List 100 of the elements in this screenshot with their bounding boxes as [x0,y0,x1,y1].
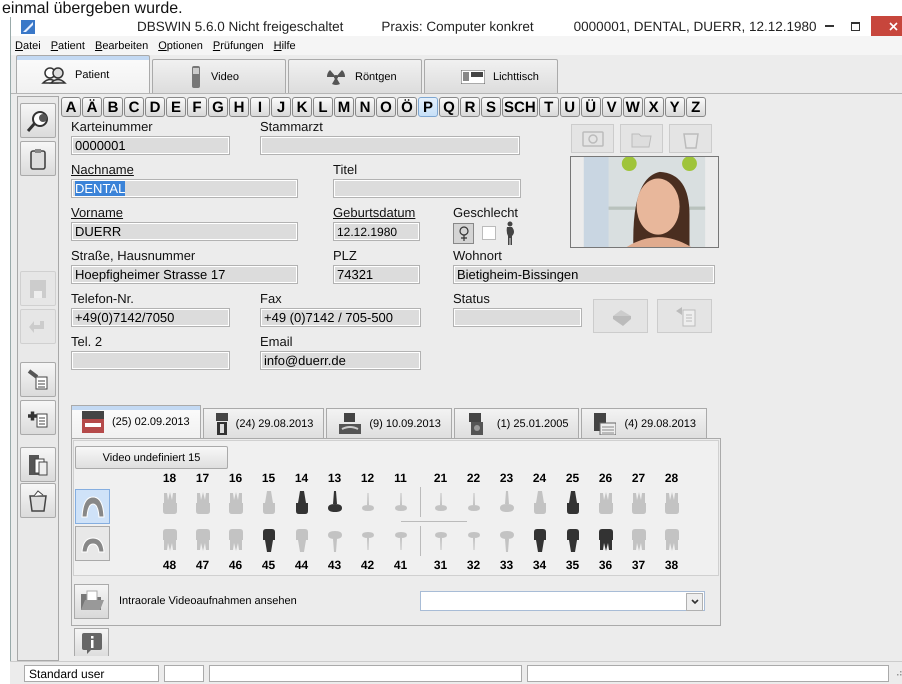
tab[interactable]: Lichttisch [424,59,558,93]
letter-button[interactable]: W [622,97,643,117]
menu-item[interactable]: Hilfe [274,40,296,52]
letter-button[interactable]: O [376,97,396,117]
input-field[interactable]: DENTAL [71,179,298,198]
letter-button[interactable]: C [124,97,144,117]
letter-button[interactable]: L [313,97,333,117]
tooth-number: 31 [434,558,448,572]
letter-button[interactable]: SCH [502,97,538,117]
menu-item[interactable]: Prüfungen [212,40,264,52]
tab[interactable]: (9) 10.09.2013 [326,408,452,438]
panorama-xray-icon [339,412,362,434]
letter-button[interactable]: Y [664,97,685,117]
document-stack-icon [26,452,50,476]
tab[interactable]: (24) 29.08.2013 [202,408,324,438]
window-title: 0000001, DENTAL, DUERR, 12.12.1980 [574,19,817,34]
input-field[interactable]: 12.12.1980 [333,222,420,241]
tooth-number: 26 [598,471,612,485]
tooth-number: 45 [262,558,276,572]
field-label: Nachname [71,162,134,178]
field-label: PLZ [333,248,357,264]
tab[interactable]: Röntgen [288,59,422,93]
letter-button[interactable]: B [103,97,123,117]
field-label: Karteinummer [71,119,153,135]
tooth-number: 47 [196,558,210,572]
menu-item[interactable]: Datei [15,40,41,52]
letter-button[interactable]: G [208,97,228,117]
input-field[interactable]: 0000001 [71,136,230,155]
letter-button[interactable]: Z [686,97,706,117]
menu-item[interactable]: Patient [50,40,85,52]
field-label: Geburtsdatum [333,205,416,221]
input-field[interactable] [453,308,582,327]
dropdown[interactable] [420,591,705,611]
toolbar-button[interactable] [20,362,56,397]
letter-button[interactable]: J [271,97,291,117]
menu-item[interactable]: Bearbeiten [94,40,148,52]
letter-button[interactable]: P [418,97,438,117]
input-field[interactable]: +49(0)7142/7050 [71,308,230,327]
jaw-button[interactable] [75,526,110,561]
letter-button[interactable]: K [292,97,312,117]
input-field[interactable] [333,179,521,198]
tooth-number: 23 [500,471,514,485]
toolbar-button[interactable] [20,141,56,176]
tooth-number: 25 [566,471,580,485]
toolbar-button[interactable] [20,103,56,138]
minimize-icon [825,25,834,27]
input-field[interactable] [71,351,230,370]
tooth-number: 13 [328,471,342,485]
letter-button[interactable]: V [602,97,622,117]
input-field[interactable]: DUERR [71,222,298,241]
tooth-number: 32 [466,558,480,572]
input-field[interactable]: Hoepfigheimer Strasse 17 [71,265,298,284]
input-field[interactable]: Bietigheim-Bissingen [453,265,715,284]
info-button[interactable] [74,628,109,656]
letter-button[interactable]: N [355,97,375,117]
tab[interactable]: (4) 29.08.2013 [581,408,708,438]
letter-button[interactable]: R [460,97,480,117]
letter-button[interactable]: I [250,97,270,117]
field-label: Vorname [71,205,124,221]
input-field[interactable]: 74321 [333,265,420,284]
monitor-icon [461,70,485,84]
letter-button[interactable]: M [334,97,354,117]
field-label: Telefon-Nr. [71,291,134,307]
input-field[interactable]: info@duerr.de [260,351,421,370]
letter-button[interactable]: T [538,97,559,117]
pregnant-checkbox[interactable] [482,226,496,240]
letter-button[interactable]: Ä [82,97,102,117]
letter-button[interactable]: D [145,97,165,117]
toolbar-button[interactable] [20,447,56,482]
jaw-button[interactable] [75,489,110,524]
letter-button[interactable]: Q [439,97,459,117]
letter-button[interactable]: U [560,97,580,117]
field-label: Straße, Hausnummer [71,248,196,264]
input-field[interactable] [260,136,520,155]
tab[interactable]: Patient [16,55,150,93]
letter-button[interactable]: Ü [580,97,601,117]
open-folder-button[interactable] [74,584,109,618]
toolbar-button[interactable] [20,483,56,518]
field-label: Stammarzt [260,119,323,135]
camera-handpiece-icon [189,66,203,88]
letter-button[interactable]: A [61,97,81,117]
letter-button[interactable]: S [481,97,501,117]
tab[interactable]: Video [152,59,286,93]
tab[interactable]: (1) 25.01.2005 [454,408,580,438]
letter-button[interactable]: Ö [397,97,417,117]
letter-button[interactable]: X [644,97,664,117]
input-field[interactable]: +49 (0)7142 / 705-500 [260,308,421,327]
tooth-number: 18 [162,471,176,485]
letter-button[interactable]: E [166,97,186,117]
tooth-number: 34 [532,558,546,572]
tooth-number: 14 [294,471,308,485]
letter-button[interactable]: H [229,97,249,117]
video-button[interactable]: Video undefiniert 15 [75,446,228,469]
chevron-down-icon [690,599,698,605]
toolbar-button[interactable] [20,400,56,435]
tab[interactable]: (25) 02.09.2013 [71,405,201,438]
menu-item[interactable]: Optionen [158,40,203,52]
letter-button[interactable]: F [187,97,207,117]
female-symbol-icon [458,226,468,240]
female-button[interactable] [453,222,474,244]
